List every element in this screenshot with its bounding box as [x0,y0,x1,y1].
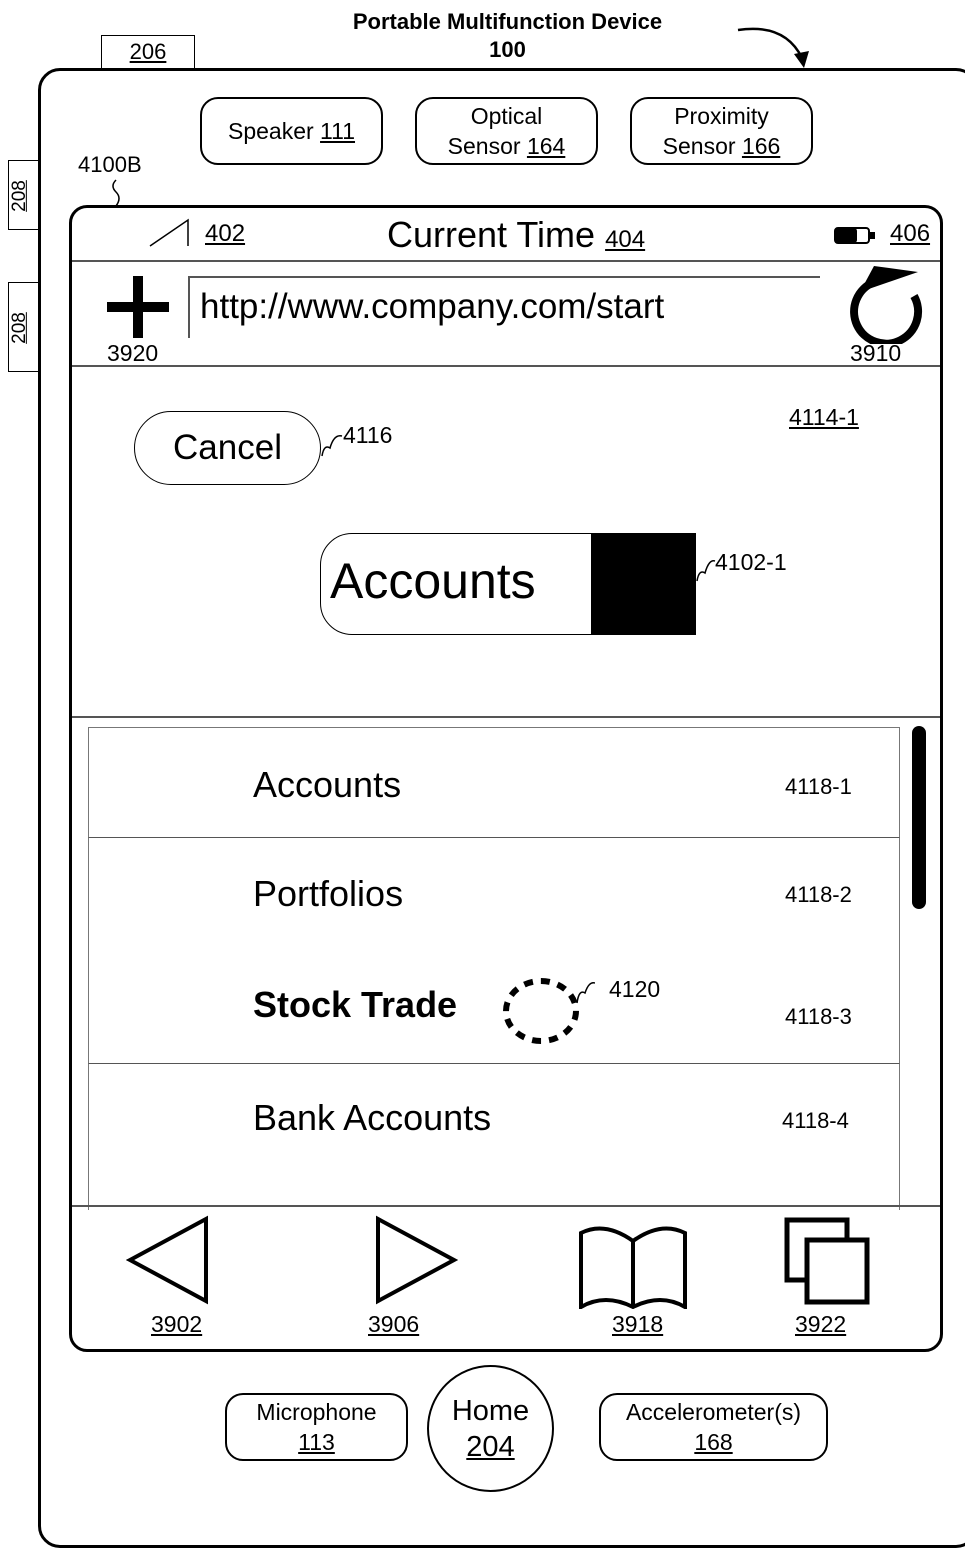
list-item[interactable]: Portfolios 4118-2 Stock Trade 4118-3 412… [88,838,900,1064]
ref-208-b: 208 [8,312,30,344]
list-item-ref: 4118-1 [785,774,852,799]
current-time-label: Current Time [387,214,596,255]
contact-point-indicator [503,978,595,1044]
scrollbar[interactable] [912,726,926,909]
cursor-block [591,534,695,634]
ref-206: 206 [129,39,167,64]
list-item[interactable]: Accounts 4118-1 [88,727,900,838]
url-field[interactable]: http://www.company.com/start [188,276,820,338]
forward-ref: 3906 [368,1311,420,1337]
microphone-pill: Microphone 113 [225,1393,408,1461]
ref-4100b: 4100B [78,152,142,177]
proximity-line1: Proximity [674,103,769,129]
contact-ref: 4120 [609,976,661,1002]
device-title: Portable Multifunction Device 100 [300,8,715,64]
list-item-label: Bank Accounts [253,1097,492,1138]
device-title-line2: 100 [489,37,526,62]
list-item-ref: 4118-2 [785,882,852,907]
panel-ref: 4114-1 [789,404,859,430]
volume-button-208-b: 208 [8,282,40,372]
forward-icon[interactable] [374,1215,458,1305]
optical-ref: 164 [526,133,566,159]
toolbar-divider [72,1205,940,1207]
home-label: Home [451,1394,530,1427]
touch-screen: 402 Current Time 404 406 3920 http://www… [69,205,943,1352]
add-ref: 3920 [107,340,159,366]
optical-line2: Sensor [447,133,521,159]
list-item-label: Accounts [253,764,402,805]
battery-ref: 406 [890,220,931,247]
optical-line2-wrap: Sensor 164 [448,131,566,161]
speaker-text: Speaker 111 [228,116,355,146]
optical-line1: Optical [470,103,543,129]
proximity-line2: Sensor [662,133,736,159]
proximity-ref: 166 [741,133,781,159]
bookmarks-ref: 3918 [612,1311,664,1337]
field-ref: 4102-1 [715,549,787,575]
ref-208-a: 208 [8,180,30,212]
list-item-ref: 4118-4 [782,1108,849,1133]
accelerometer-label: Accelerometer(s) [625,1399,802,1425]
current-time: Current Time 404 [387,214,645,256]
status-divider [72,260,940,262]
list-item-label: Stock Trade [253,984,458,1025]
current-time-ref: 404 [605,226,646,253]
pages-icon[interactable] [783,1216,873,1308]
plus-icon[interactable] [105,274,171,340]
proximity-sensor-pill: Proximity Sensor 166 [630,97,813,165]
optical-sensor-pill: Optical Sensor 164 [415,97,598,165]
speaker-label: Speaker [227,118,314,144]
side-button-206: 206 [101,35,195,69]
cancel-ref: 4116 [343,422,393,448]
proximity-line2-wrap: Sensor 166 [663,131,781,161]
list-item-label: Portfolios [253,873,404,914]
speaker-pill: Speaker 111 [200,97,383,165]
url-text: http://www.company.com/start [200,287,665,326]
back-icon[interactable] [126,1215,210,1305]
accelerometer-pill: Accelerometer(s) 168 [599,1393,828,1461]
device-title-line1: Portable Multifunction Device [352,9,663,34]
microphone-label: Microphone [256,1399,377,1425]
back-ref: 3902 [151,1311,203,1337]
pages-ref: 3922 [795,1311,847,1337]
book-icon[interactable] [577,1223,689,1309]
accelerometer-ref: 168 [694,1429,733,1455]
volume-button-208-a: 208 [8,160,40,230]
cancel-leader [321,435,343,457]
list-item[interactable]: Bank Accounts 4118-4 [88,1064,900,1210]
cancel-label: Cancel [173,428,282,467]
field-leader [696,560,716,582]
text-input-field[interactable]: Accounts [320,533,696,635]
battery-icon [834,227,875,244]
list-item-ref: 4118-3 [785,1004,852,1029]
text-input-value: Accounts [330,553,536,609]
arrow-icon [737,27,809,68]
signal-icon [149,218,189,247]
cancel-button[interactable]: Cancel [134,411,321,485]
refresh-ref: 3910 [850,340,902,366]
speaker-ref: 111 [320,118,356,144]
signal-ref: 402 [205,220,246,247]
leader-squiggle [112,179,120,207]
home-button[interactable]: Home 204 [427,1365,554,1492]
microphone-ref: 113 [298,1429,335,1455]
url-divider [72,365,940,367]
refresh-icon[interactable] [838,264,928,344]
form-divider [72,716,940,718]
home-ref: 204 [466,1430,515,1463]
